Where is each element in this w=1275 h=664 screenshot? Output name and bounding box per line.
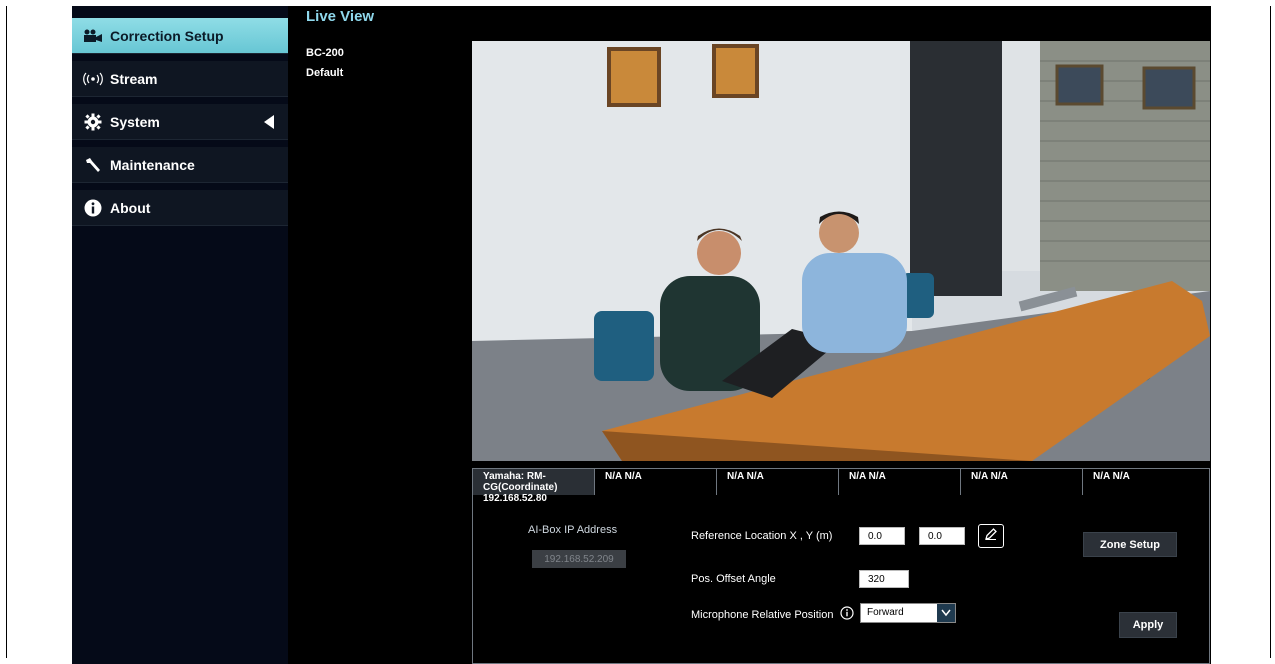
tab-label: N/A N/A <box>727 471 764 482</box>
offset-angle-label: Pos. Offset Angle <box>691 573 776 585</box>
device-model: BC-200 <box>306 47 344 59</box>
mic-position-label: Microphone Relative Position <box>691 609 834 621</box>
tab-camera-5[interactable]: N/A N/A <box>961 469 1083 495</box>
reference-location-label: Reference Location X , Y (m) <box>691 530 833 542</box>
broadcast-icon <box>82 70 104 88</box>
tab-label: N/A N/A <box>605 471 642 482</box>
page-title: Live View <box>306 8 375 25</box>
zone-setup-button[interactable]: Zone Setup <box>1083 532 1177 557</box>
zone-config-panel: Yamaha: RM-CG(Coordinate) 192.168.52.80 … <box>472 468 1210 664</box>
mic-position-select[interactable]: Forward <box>860 603 956 623</box>
info-icon[interactable] <box>840 606 854 620</box>
tab-camera-2[interactable]: N/A N/A <box>595 469 717 495</box>
meeting-room-image <box>472 41 1210 461</box>
tab-camera-6[interactable]: N/A N/A <box>1083 469 1205 495</box>
sidebar: Correction Setup Stream System Maintenan… <box>72 6 288 664</box>
sidebar-item-label: System <box>110 113 160 130</box>
tab-label: N/A N/A <box>1093 471 1130 482</box>
sidebar-item-label: About <box>110 199 151 216</box>
ai-box-ip-label: AI-Box IP Address <box>528 524 618 536</box>
sidebar-item-about[interactable]: About <box>72 190 288 226</box>
sidebar-item-label: Stream <box>110 70 158 87</box>
chevron-down-icon <box>937 604 955 622</box>
apply-button[interactable]: Apply <box>1119 612 1177 638</box>
tab-camera-1[interactable]: Yamaha: RM-CG(Coordinate) 192.168.52.80 <box>473 469 595 504</box>
info-icon <box>82 199 104 217</box>
ai-box-ip-field: 192.168.52.209 <box>532 550 626 568</box>
mic-position-value: Forward <box>867 607 904 618</box>
reference-x-input[interactable]: 0.0 <box>859 527 905 545</box>
app-window: Correction Setup Stream System Maintenan… <box>72 6 1211 664</box>
pen-icon <box>984 527 998 546</box>
collapse-arrow-icon[interactable] <box>264 115 274 129</box>
tab-camera-3[interactable]: N/A N/A <box>717 469 839 495</box>
sidebar-item-correction-setup[interactable]: Correction Setup <box>72 18 288 54</box>
edit-location-button[interactable] <box>978 524 1004 548</box>
tab-label: N/A N/A <box>849 471 886 482</box>
offset-angle-input[interactable]: 320 <box>859 570 909 588</box>
sidebar-item-system[interactable]: System <box>72 104 288 140</box>
sidebar-item-label: Correction Setup <box>110 27 224 44</box>
gear-icon <box>82 113 104 131</box>
video-camera-icon <box>82 27 104 45</box>
preset-name: Default <box>306 67 344 79</box>
sidebar-item-maintenance[interactable]: Maintenance <box>72 147 288 183</box>
sidebar-item-stream[interactable]: Stream <box>72 61 288 97</box>
tab-camera-4[interactable]: N/A N/A <box>839 469 961 495</box>
tab-label: N/A N/A <box>971 471 1008 482</box>
tab-label: Yamaha: RM-CG(Coordinate) 192.168.52.80 <box>483 471 558 504</box>
live-video-feed[interactable] <box>472 41 1210 461</box>
sidebar-item-label: Maintenance <box>110 156 195 173</box>
wrench-icon <box>82 156 104 174</box>
reference-y-input[interactable]: 0.0 <box>919 527 965 545</box>
